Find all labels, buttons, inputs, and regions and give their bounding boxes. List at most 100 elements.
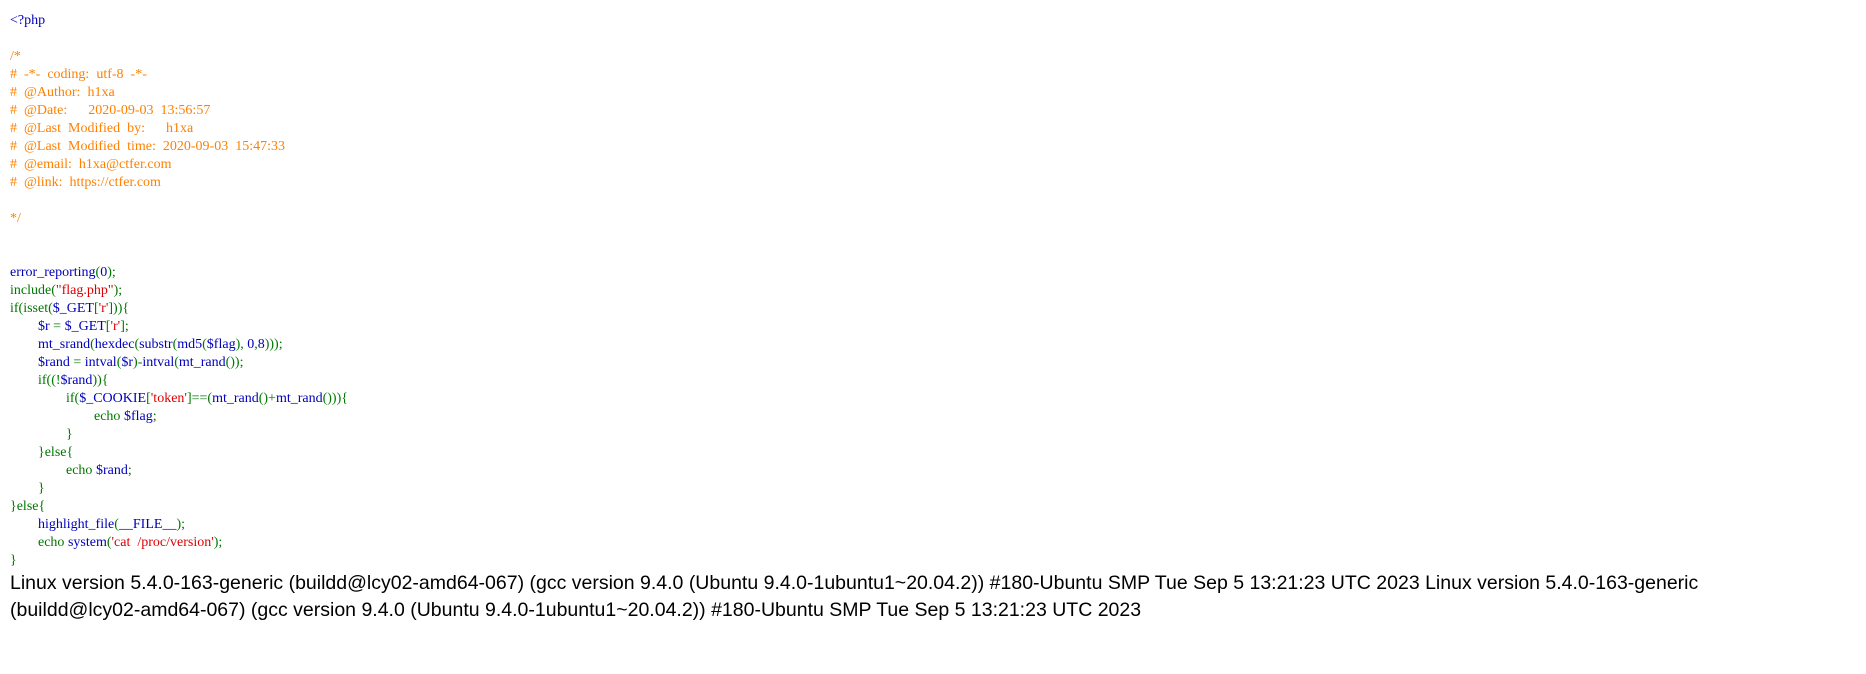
code-token: intval xyxy=(142,355,175,370)
code-token: if((! xyxy=(38,373,61,388)
code-token: /* xyxy=(10,49,21,64)
code-token: if( xyxy=(66,391,80,406)
code-line: echo $rand; xyxy=(10,462,348,480)
code-line: $rand = intval($r)-intval(mt_rand()); xyxy=(10,354,348,372)
code-token: = xyxy=(53,319,65,334)
code-token: hexdec xyxy=(94,337,135,352)
code-line: mt_srand(hexdec(substr(md5($flag), 0,8))… xyxy=(10,336,348,354)
code-line: $r = $_GET['r']; xyxy=(10,318,348,336)
code-line: # @link: https://ctfer.com xyxy=(10,174,348,192)
code-token: mt_rand xyxy=(178,355,226,370)
code-token: ])){ xyxy=(108,301,130,316)
code-line: if(isset($_GET['r'])){ xyxy=(10,300,348,318)
code-line: } xyxy=(10,480,348,498)
code-token: 'r' xyxy=(98,301,109,316)
code-token: ]; xyxy=(120,319,129,334)
code-token: ); xyxy=(176,517,186,532)
code-token: ()); xyxy=(225,355,244,370)
code-line: } xyxy=(10,426,348,444)
code-line: # -*- coding: utf-8 -*- xyxy=(10,66,348,84)
code-token: } xyxy=(10,481,45,496)
code-token: # @email: h1xa@ctfer.com xyxy=(10,157,172,172)
code-token: ())){ xyxy=(322,391,348,406)
code-token: $flag xyxy=(206,337,236,352)
code-line: # @Last Modified by: h1xa xyxy=(10,120,348,138)
code-token: # @Date: 2020-09-03 13:56:57 xyxy=(10,103,211,118)
code-token: */ xyxy=(10,211,21,226)
code-token: 'token' xyxy=(150,391,187,406)
code-token: ; xyxy=(127,463,132,478)
code-token: mt_rand xyxy=(275,391,323,406)
code-token: )- xyxy=(133,355,143,370)
code-token: mt_srand xyxy=(38,337,91,352)
code-token: if(isset( xyxy=(10,301,53,316)
code-token: ()+ xyxy=(258,391,276,406)
system-output: Linux version 5.4.0-163-generic (buildd@… xyxy=(10,570,1856,624)
code-token: ); xyxy=(107,265,116,280)
code-token: )){ xyxy=(92,373,109,388)
code-line: # @Author: h1xa xyxy=(10,84,348,102)
code-token: <?php xyxy=(10,13,46,28)
code-token: include( xyxy=(10,283,56,298)
code-token: # @Last Modified by: h1xa xyxy=(10,121,194,136)
code-token: }else{ xyxy=(10,445,74,460)
code-token: $_COOKIE xyxy=(79,391,147,406)
output-line-2: (buildd@lcy02-amd64-067) (gcc version 9.… xyxy=(10,599,1142,621)
code-line: error_reporting(0); xyxy=(10,264,348,282)
code-token: $_GET xyxy=(64,319,106,334)
php-source-code: <?php /* # -*- coding: utf-8 -*- # @Author… xyxy=(10,12,348,570)
code-token: highlight_file xyxy=(38,517,115,532)
code-token: # @link: https://ctfer.com xyxy=(10,175,161,190)
code-line: echo $flag; xyxy=(10,408,348,426)
code-token: echo xyxy=(66,463,96,478)
code-token: 'cat /proc/version' xyxy=(111,535,214,550)
code-line: }else{ xyxy=(10,444,348,462)
code-token: $r xyxy=(121,355,134,370)
code-token: system xyxy=(67,535,107,550)
output-line-1: Linux version 5.4.0-163-generic (buildd@… xyxy=(10,572,1699,594)
code-token: ); xyxy=(113,283,123,298)
code-line: if((!$rand)){ xyxy=(10,372,348,390)
code-token: echo xyxy=(94,409,124,424)
code-line: # @Date: 2020-09-03 13:56:57 xyxy=(10,102,348,120)
code-token: } xyxy=(10,427,73,442)
code-line: /* xyxy=(10,48,348,66)
code-token: mt_rand xyxy=(212,391,259,406)
code-token: $r xyxy=(38,319,54,334)
code-line: # @email: h1xa@ctfer.com xyxy=(10,156,348,174)
code-token: ; xyxy=(152,409,157,424)
code-token: $_GET xyxy=(52,301,94,316)
code-token: $flag xyxy=(123,409,153,424)
page: <?php /* # -*- coding: utf-8 -*- # @Author… xyxy=(0,0,1866,674)
code-token: 'r' xyxy=(110,319,121,334)
code-token: # -*- coding: utf-8 -*- xyxy=(10,67,147,82)
code-token: } xyxy=(10,553,17,568)
code-line: include("flag.php"); xyxy=(10,282,348,300)
code-token: ]==( xyxy=(186,391,213,406)
code-token: # @Author: h1xa xyxy=(10,85,115,100)
code-token: __FILE__ xyxy=(118,517,177,532)
code-token: echo xyxy=(38,535,68,550)
code-token: ), xyxy=(235,337,248,352)
code-line: } xyxy=(10,552,348,570)
code-token: md5 xyxy=(177,337,203,352)
code-token: $rand xyxy=(60,373,93,388)
code-token: ); xyxy=(213,535,223,550)
code-token: $rand xyxy=(38,355,74,370)
code-token: "flag.php" xyxy=(55,283,114,298)
code-line: echo system('cat /proc/version'); xyxy=(10,534,348,552)
code-line: if($_COOKIE['token']==(mt_rand()+mt_rand… xyxy=(10,390,348,408)
code-line: <?php xyxy=(10,12,348,30)
code-token: = xyxy=(73,355,85,370)
